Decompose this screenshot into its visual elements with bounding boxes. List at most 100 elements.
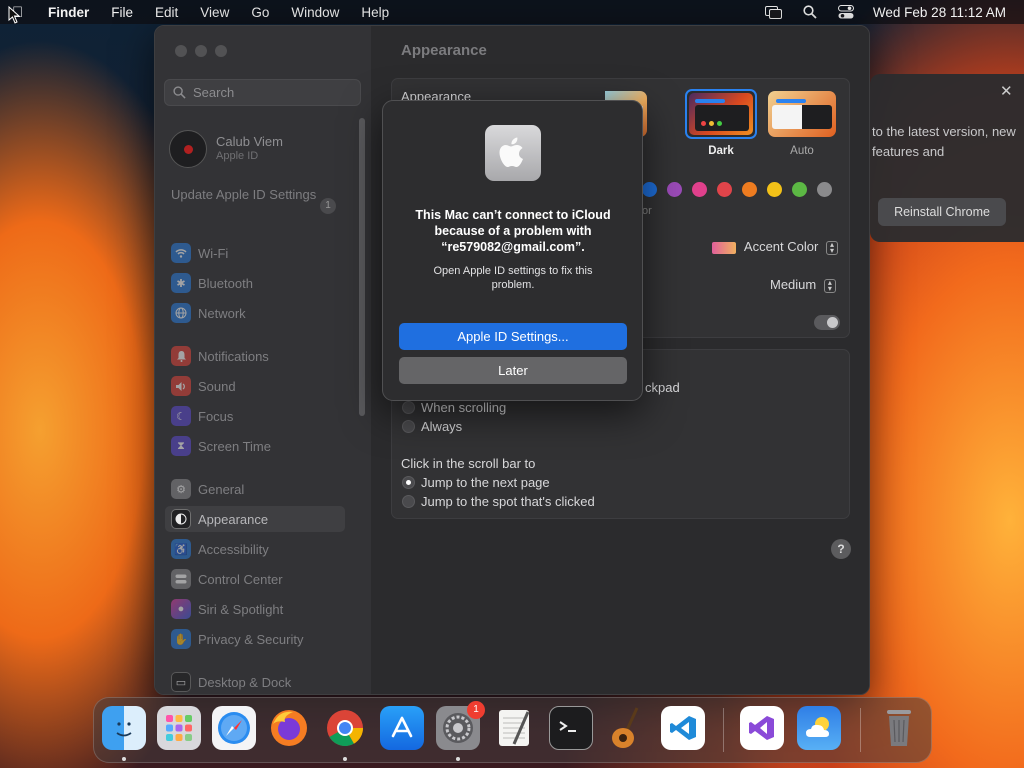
dock: 1 <box>93 697 932 763</box>
dock-firefox-icon[interactable] <box>267 706 311 750</box>
menu-help[interactable]: Help <box>361 5 389 20</box>
menu-go[interactable]: Go <box>251 5 269 20</box>
sidebar-item-siri-spotlight[interactable]: ● Siri & Spotlight <box>165 596 345 622</box>
screen-mirroring-icon[interactable] <box>765 5 783 19</box>
accent-purple-swatch[interactable] <box>667 182 682 197</box>
sidebar-scrollbar[interactable] <box>359 118 365 416</box>
accent-color-swatches <box>642 182 832 197</box>
menu-clock[interactable]: Wed Feb 28 11:12 AM <box>873 5 1006 20</box>
control-center-icon[interactable] <box>837 5 855 19</box>
search-icon <box>173 86 186 99</box>
apple-id-settings-button[interactable]: Apple ID Settings... <box>399 323 627 350</box>
hand-icon: ✋ <box>171 629 191 649</box>
dock-textedit-icon[interactable] <box>492 706 536 750</box>
moon-icon: ☾ <box>171 406 191 426</box>
mouse-cursor-icon <box>8 6 20 24</box>
appearance-dark-thumbnail[interactable] <box>685 89 757 139</box>
dock-finder-icon[interactable] <box>102 706 146 750</box>
wallpaper-tinting-toggle[interactable] <box>814 315 840 330</box>
appearance-icon <box>171 509 191 529</box>
help-button[interactable]: ? <box>831 539 851 559</box>
menu-view[interactable]: View <box>200 5 229 20</box>
click-scroll-bar-label: Click in the scroll bar to <box>401 456 536 471</box>
sidebar-item-general[interactable]: ⚙ General <box>165 476 345 502</box>
dock-garageband-icon[interactable] <box>605 706 649 750</box>
sidebar-item-sound[interactable]: Sound <box>165 373 345 399</box>
sidebar-item-label: Bluetooth <box>198 275 253 291</box>
sidebar-item-label: Sound <box>198 378 236 394</box>
sidebar-item-screen-time[interactable]: ⧗ Screen Time <box>165 433 345 459</box>
accent-red-swatch[interactable] <box>717 182 732 197</box>
dock-safari-icon[interactable] <box>212 706 256 750</box>
dock-terminal-icon[interactable] <box>549 706 593 750</box>
later-button[interactable]: Later <box>399 357 627 384</box>
appearance-auto-thumbnail[interactable] <box>768 91 836 137</box>
dock-visual-studio-icon[interactable] <box>740 706 784 750</box>
chrome-update-notification: ✕ to the latest version, new features an… <box>870 74 1024 242</box>
accent-blue-swatch[interactable] <box>642 182 657 197</box>
menu-edit[interactable]: Edit <box>155 5 178 20</box>
sidebar-item-wifi[interactable]: Wi-Fi <box>165 240 345 266</box>
dock-app-store-icon[interactable] <box>380 706 424 750</box>
menu-app-name[interactable]: Finder <box>48 5 89 20</box>
spotlight-search-icon[interactable] <box>801 5 819 19</box>
sidebar-item-focus[interactable]: ☾ Focus <box>165 403 345 429</box>
dock-icon: ▭ <box>171 672 191 692</box>
show-scroll-bars-partial: ckpad <box>645 380 680 395</box>
sidebar-icon-size-value: Medium <box>770 277 817 292</box>
sidebar-item-label: Desktop & Dock <box>198 674 292 690</box>
zoom-window-button[interactable] <box>215 45 227 57</box>
apple-id-account[interactable]: Calub Viem Apple ID <box>169 130 283 168</box>
close-window-button[interactable] <box>175 45 187 57</box>
radio-jump-spot-clicked[interactable] <box>402 495 415 508</box>
minimize-window-button[interactable] <box>195 45 207 57</box>
accent-yellow-swatch[interactable] <box>767 182 782 197</box>
dialog-title: This Mac can’t connect to iCloud because… <box>415 208 611 254</box>
accent-orange-swatch[interactable] <box>742 182 757 197</box>
accent-pink-swatch[interactable] <box>692 182 707 197</box>
appearance-auto-caption: Auto <box>790 145 814 157</box>
dock-launchpad-icon[interactable] <box>157 706 201 750</box>
highlight-color-select[interactable]: Accent Color ▴ ▾ <box>712 239 838 255</box>
menu-file[interactable]: File <box>111 5 133 20</box>
settings-sidebar: Search Calub Viem Apple ID Update Apple … <box>155 26 371 694</box>
sidebar-item-control-center[interactable]: Control Center <box>165 566 345 592</box>
sidebar-item-network[interactable]: Network <box>165 300 345 326</box>
sidebar-item-accessibility[interactable]: ♿ Accessibility <box>165 536 345 562</box>
globe-icon <box>171 303 191 323</box>
dock-vscode-icon[interactable] <box>661 706 705 750</box>
radio-when-scrolling[interactable] <box>402 401 415 414</box>
sidebar-item-label: Notifications <box>198 348 269 364</box>
page-title: Appearance <box>401 42 487 59</box>
radio-jump-next-page[interactable] <box>402 476 415 489</box>
accent-graphite-swatch[interactable] <box>817 182 832 197</box>
highlight-swatch <box>712 241 736 254</box>
close-icon[interactable]: ✕ <box>1000 82 1013 100</box>
accent-green-swatch[interactable] <box>792 182 807 197</box>
sidebar-item-appearance[interactable]: Appearance <box>165 506 345 532</box>
dock-chrome-icon[interactable] <box>323 706 367 750</box>
bluetooth-icon: ✱ <box>171 273 191 293</box>
hourglass-icon: ⧗ <box>171 436 191 456</box>
sidebar-item-label: Appearance <box>198 511 269 527</box>
accent-caption: or <box>642 205 652 217</box>
sidebar-icon-size-select[interactable]: Medium ▴ ▾ <box>770 277 836 293</box>
sidebar-item-desktop-dock[interactable]: ▭ Desktop & Dock <box>165 669 345 694</box>
option-always: Always <box>421 419 463 434</box>
sidebar-item-label: Privacy & Security <box>198 631 304 647</box>
dock-weather-icon[interactable] <box>797 706 841 750</box>
sidebar-item-bluetooth[interactable]: ✱ Bluetooth <box>165 270 345 296</box>
sidebar-item-privacy-security[interactable]: ✋ Privacy & Security <box>165 626 345 652</box>
option-jump-next-page: Jump to the next page <box>421 475 550 490</box>
dock-trash-icon[interactable] <box>877 706 921 750</box>
sidebar-item-notifications[interactable]: Notifications <box>165 343 345 369</box>
radio-always[interactable] <box>402 420 415 433</box>
reinstall-chrome-button[interactable]: Reinstall Chrome <box>878 198 1006 226</box>
sidebar-item-label: Siri & Spotlight <box>198 601 284 617</box>
notification-text: to the latest version, new features and <box>872 124 1016 159</box>
avatar <box>169 130 207 168</box>
settings-search-input[interactable]: Search <box>164 79 361 106</box>
window-controls <box>175 45 227 57</box>
option-when-scrolling: When scrolling <box>421 400 507 415</box>
menu-window[interactable]: Window <box>291 5 339 20</box>
